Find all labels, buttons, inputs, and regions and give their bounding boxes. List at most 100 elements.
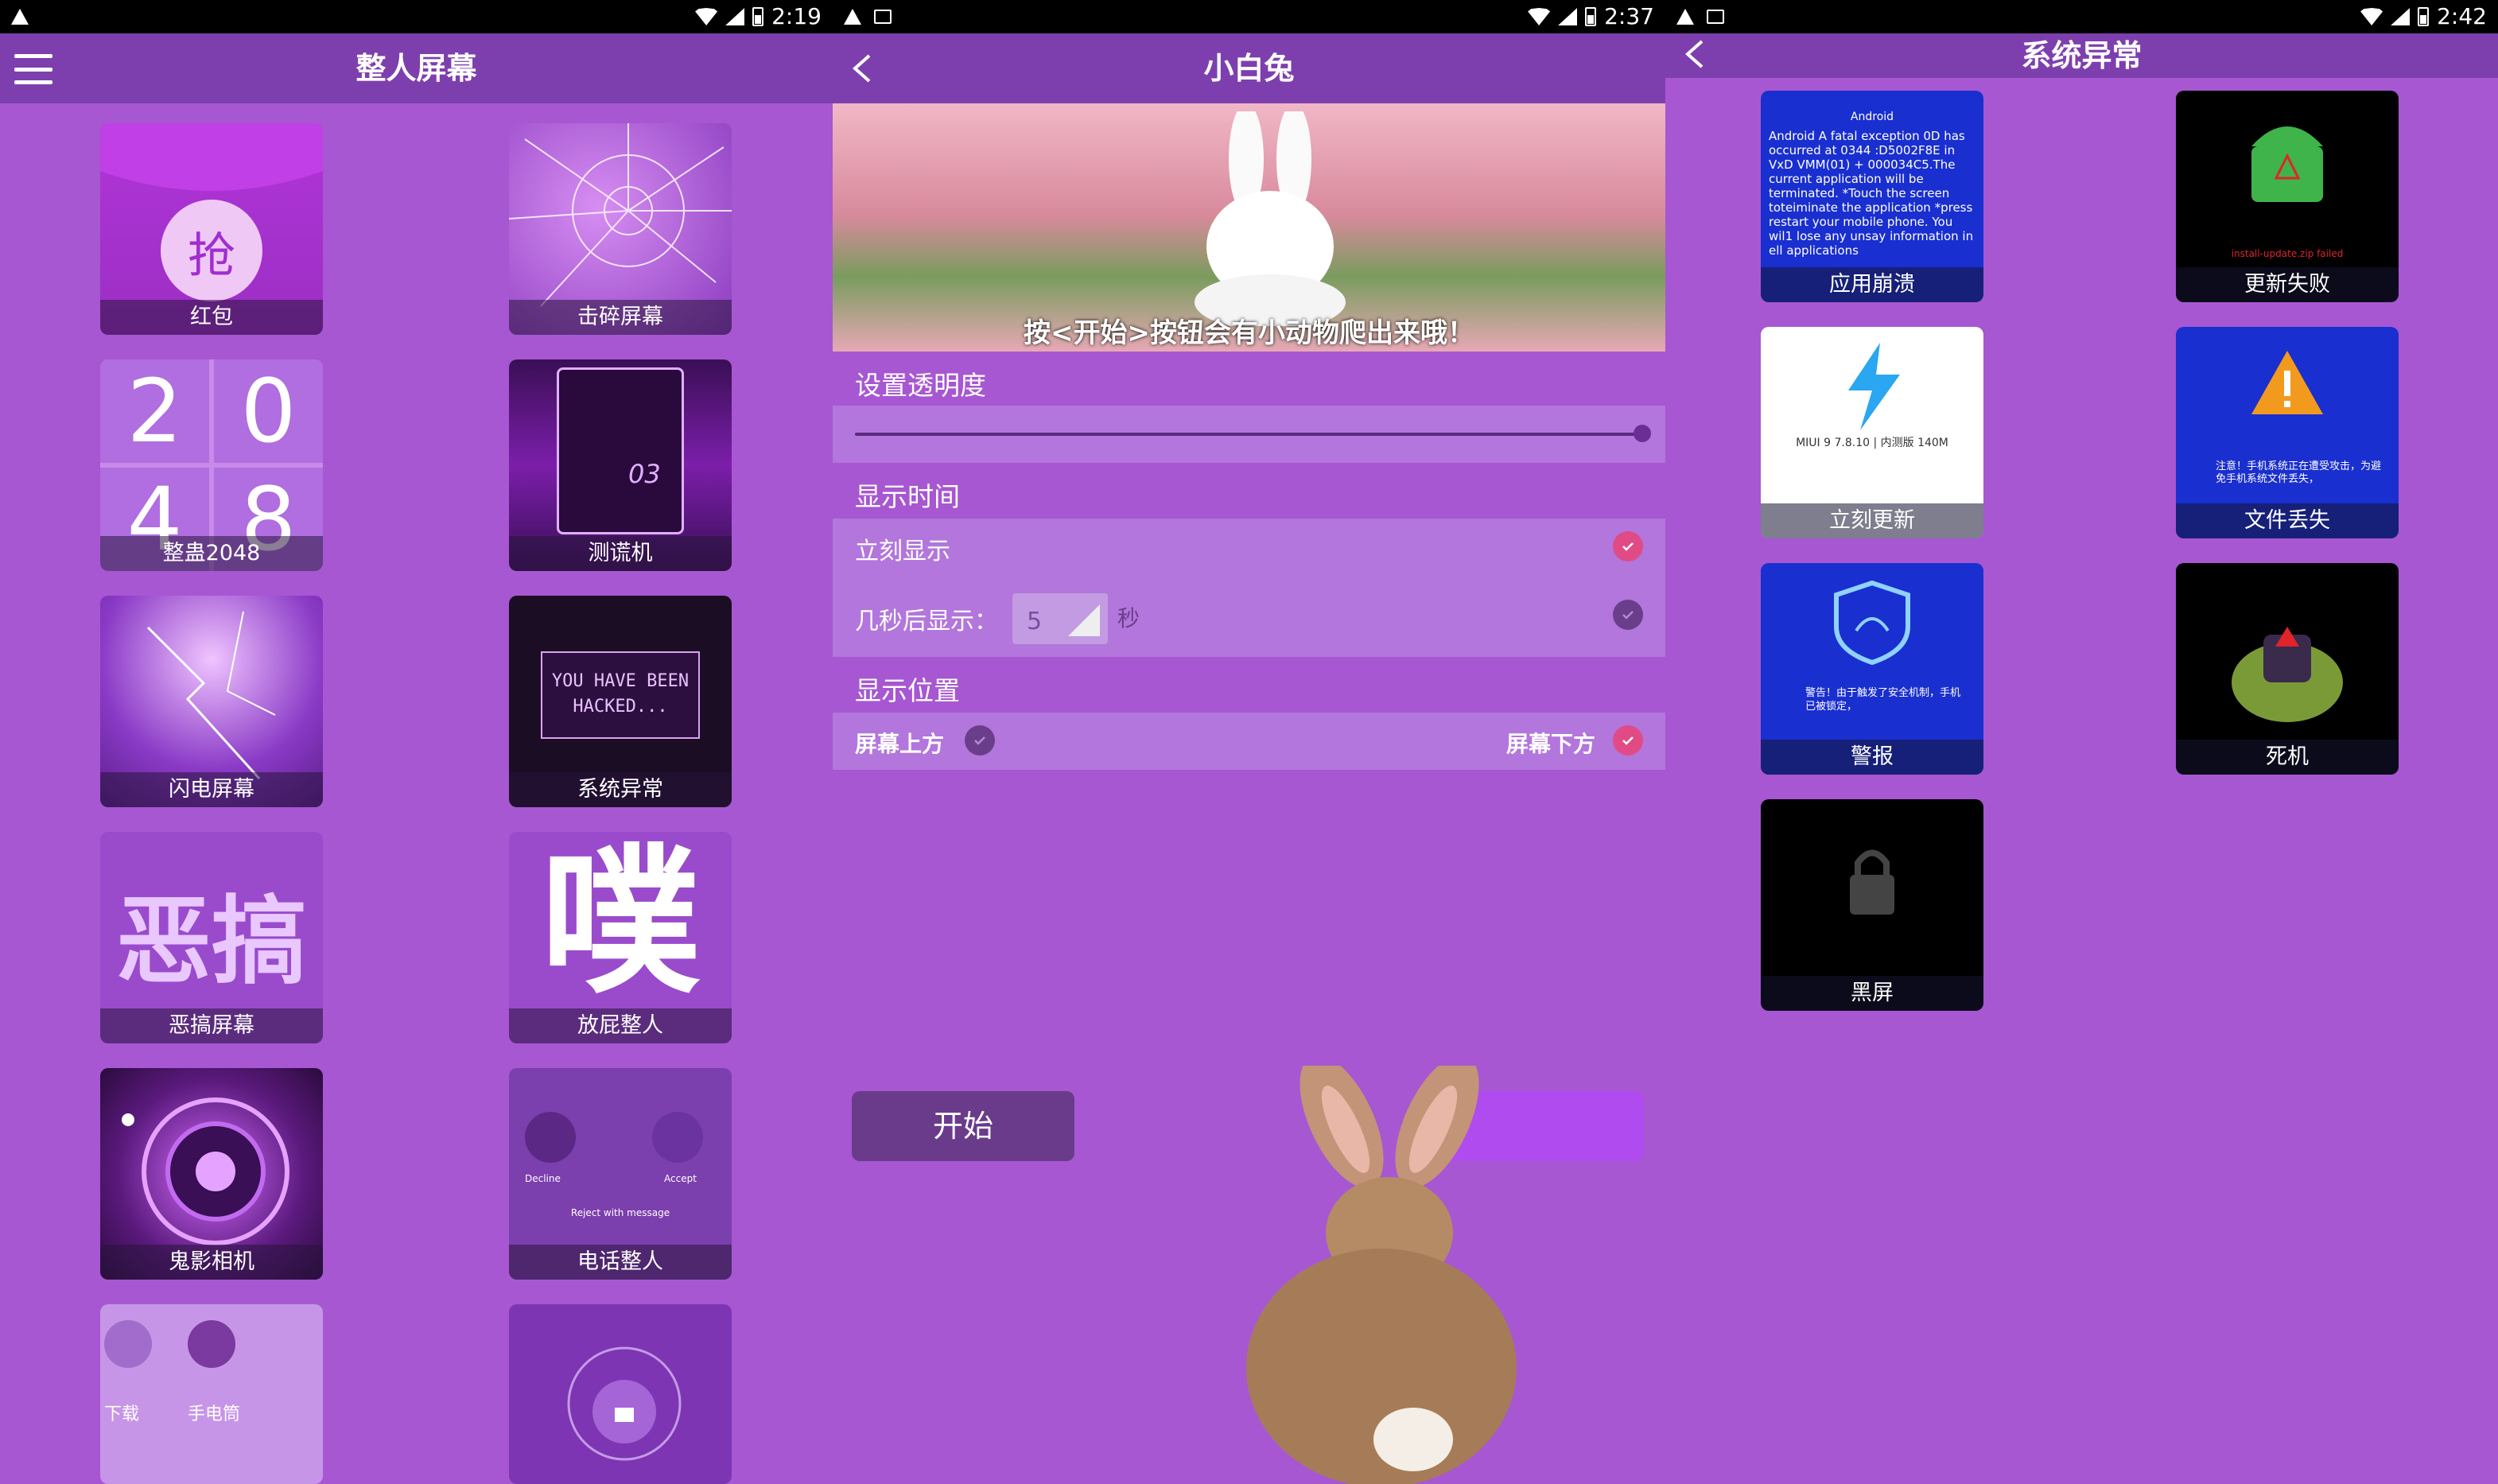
time-options: 立刻显示 几秒后显示： 5 秒 [833, 519, 1665, 657]
tile-label: 更新失败 [2176, 267, 2399, 302]
wifi-icon [2360, 8, 2383, 25]
tile-hongbao-char: 抢 [188, 228, 235, 284]
tile-crack-screen[interactable]: 击碎屏幕 [509, 123, 732, 335]
panel-prank-screens: 2:19 整人屏幕 抢 红包 击碎屏幕 2 0 4 8 整蛊2048 03 测谎… [0, 0, 833, 1484]
top-label: 屏幕上方 [855, 731, 945, 757]
lost-text: 注意！手机系统正在遭受攻击，为避免手机系统文件丢失， [2216, 460, 2382, 485]
delay-value: 5 [1027, 608, 1043, 635]
time-label: 显示时间 [855, 481, 960, 512]
check-icon [1622, 736, 1634, 745]
status-bar: 2:42 [1665, 0, 2498, 33]
lie-device-icon [557, 367, 684, 534]
status-time: 2:42 [2437, 3, 2487, 29]
slider-thumb[interactable] [1634, 425, 1651, 442]
tile-label: 死机 [2176, 740, 2399, 775]
battery-icon [752, 7, 764, 26]
bottom-label: 屏幕下方 [1505, 731, 1595, 757]
tile-prank-screen[interactable]: 恶搞 恶搞屏幕 [100, 832, 323, 1043]
start-button[interactable]: 开始 [852, 1091, 1074, 1161]
bottom-radio[interactable] [1613, 725, 1643, 756]
tile-file-lost[interactable]: 注意！手机系统正在遭受攻击，为避免手机系统文件丢失， 文件丢失 [2176, 327, 2399, 538]
hacked-message: YOU HAVE BEEN HACKED... [541, 651, 700, 739]
tile-2048[interactable]: 2 0 4 8 整蛊2048 [100, 359, 323, 571]
spinner-corner [1068, 604, 1100, 636]
status-time: 2:37 [1604, 3, 1654, 29]
image-icon [874, 10, 892, 24]
app-bar: 整人屏幕 [0, 33, 833, 103]
page-title: 系统异常 [2021, 38, 2143, 73]
warning-icon [844, 9, 861, 25]
position-label: 显示位置 [855, 675, 960, 706]
download-label: 下载 [104, 1404, 140, 1424]
status-bar: 2:37 [833, 0, 1665, 33]
flashlight-label: 手电筒 [188, 1404, 241, 1424]
bolt-icon [1848, 343, 1900, 430]
rabbit-banner-image: 按<开始>按钮会有小动物爬出来哦！ [833, 103, 1665, 352]
accept-call-icon [652, 1112, 703, 1163]
app-bar: 系统异常 [1665, 33, 2498, 78]
tile-lightning[interactable]: 闪电屏幕 [100, 596, 323, 807]
tile-label: 黑屏 [1761, 976, 1983, 1011]
white-rabbit-image [1195, 111, 1346, 326]
signal-icon [1558, 8, 1578, 25]
signal-icon [2391, 8, 2411, 25]
tile-phone-prank[interactable]: Decline Accept Reject with message 电话整人 [509, 1068, 732, 1280]
tile-ghost-camera[interactable]: 鬼影相机 [100, 1068, 323, 1280]
digit-tile: 2 [100, 359, 209, 463]
tile-fart-prank[interactable]: 噗 放屁整人 [509, 832, 732, 1043]
tile-label: 测谎机 [509, 536, 732, 571]
tile-label: 文件丢失 [2176, 503, 2399, 538]
panel-system-error: 2:42 系统异常 Android Android A fatal except… [1665, 0, 2498, 1484]
banner-hint: 按<开始>按钮会有小动物爬出来哦！ [1024, 317, 1474, 349]
update-fail-text: install-update.zip failed [2231, 248, 2344, 259]
check-icon [1622, 611, 1634, 620]
top-radio[interactable] [965, 725, 995, 756]
decline-call-icon [525, 1112, 576, 1163]
battery-icon [2418, 7, 2430, 26]
lie-number: 03 [628, 459, 661, 489]
immediate-label: 立刻显示 [855, 538, 950, 565]
battery-icon [1585, 7, 1597, 26]
lock-dial-icon [567, 1346, 682, 1461]
transparency-slider[interactable] [833, 406, 1665, 463]
tile-system-error[interactable]: YOU HAVE BEEN HACKED... 系统异常 [509, 596, 732, 807]
tile-black-screen[interactable]: 黑屏 [1761, 799, 1983, 1011]
tile-app-crash[interactable]: Android Android A fatal exception 0D has… [1761, 91, 1983, 302]
transparency-label: 设置透明度 [855, 370, 986, 401]
app-bar: 小白兔 [833, 33, 1665, 103]
tile-label: 电话整人 [509, 1245, 732, 1280]
tile-label: 红包 [100, 300, 323, 335]
prank-chars: 恶搞 [116, 887, 307, 997]
tile-cat-theme[interactable]: 下载 手电筒 [100, 1304, 323, 1484]
tile-update-now[interactable]: MIUI 9 7.8.10 | 内测版 140M 立刻更新 [1761, 327, 1983, 538]
warning-icon [1676, 9, 1694, 25]
tile-update-failed[interactable]: install-update.zip failed 更新失败 [2176, 91, 2399, 302]
page-title: 小白兔 [1203, 51, 1295, 86]
slider-track [855, 433, 1643, 436]
delay-input[interactable]: 5 [1012, 593, 1108, 644]
tile-lock-screen[interactable] [509, 1304, 732, 1484]
tile-freeze[interactable]: 死机 [2176, 563, 2399, 775]
miui-text: MIUI 9 7.8.10 | 内测版 140M [1796, 437, 1948, 449]
wifi-icon [1528, 8, 1551, 25]
status-bar: 2:19 [0, 0, 833, 33]
lock-icon [1850, 849, 1894, 915]
page-title: 整人屏幕 [355, 51, 477, 86]
warning-icon [11, 9, 29, 25]
tile-lie-detector[interactable]: 03 测谎机 [509, 359, 732, 571]
panel-white-rabbit: 2:37 小白兔 按<开始>按钮会有小动物爬出来哦！ 设置透明度 显示时间 立刻… [833, 0, 1665, 1484]
check-icon [1622, 542, 1634, 551]
tile-hongbao[interactable]: 抢 红包 [100, 123, 323, 335]
status-time: 2:19 [771, 3, 822, 29]
tile-label: 放屁整人 [509, 1008, 732, 1043]
delay-unit: 秒 [1117, 605, 1140, 631]
tile-label: 应用崩溃 [1761, 267, 1983, 302]
tile-label: 系统异常 [509, 772, 732, 807]
tile-label: 闪电屏幕 [100, 772, 323, 807]
immediate-radio[interactable] [1613, 531, 1643, 561]
warning-triangle-icon [2251, 351, 2323, 414]
fingerprint-shield-icon [1834, 580, 1910, 666]
tile-alarm[interactable]: 警告！由于触发了安全机制，手机已被锁定， 警报 [1761, 563, 1983, 775]
delay-radio[interactable] [1613, 600, 1643, 630]
crash-title: Android [1850, 111, 1894, 123]
